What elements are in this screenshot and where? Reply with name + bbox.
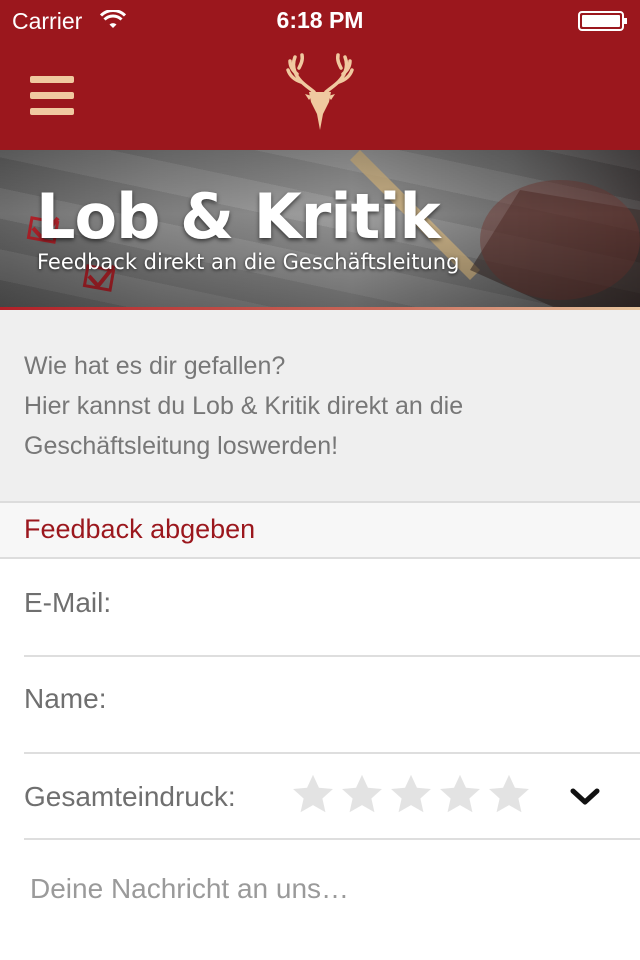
email-label: E-Mail: <box>24 587 112 618</box>
chevron-down-icon[interactable] <box>570 787 600 812</box>
section-title: Feedback abgeben <box>24 514 256 544</box>
star-icon[interactable] <box>486 772 532 818</box>
email-field[interactable]: E-Mail: <box>24 559 640 657</box>
menu-button[interactable] <box>30 76 74 116</box>
status-time: 6:18 PM <box>276 7 364 33</box>
star-icon[interactable] <box>437 772 483 818</box>
hero-banner: Lob & Kritik Feedback direkt an die Gesc… <box>0 150 640 310</box>
name-label: Name: <box>24 683 107 714</box>
hamburger-menu-icon <box>30 76 74 115</box>
intro-panel: Wie hat es dir gefallen? Hier kannst du … <box>0 310 640 503</box>
star-icon[interactable] <box>290 772 336 818</box>
page-title: Lob & Kritik <box>36 180 441 253</box>
intro-text-line: Geschäftsleitung loswerden! <box>24 432 339 460</box>
nav-bar <box>0 40 640 150</box>
star-icon[interactable] <box>339 772 385 818</box>
page-subtitle: Feedback direkt an die Geschäftsleitung <box>37 250 460 274</box>
intro-text-line: Wie hat es dir gefallen? <box>24 352 286 380</box>
rating-row[interactable]: Gesamteindruck: <box>24 754 640 840</box>
intro-text-line: Hier kannst du Lob & Kritik direkt an di… <box>24 392 464 420</box>
battery-icon <box>578 10 628 37</box>
rating-label: Gesamteindruck: <box>24 781 236 812</box>
name-field[interactable]: Name: <box>24 657 640 754</box>
message-textarea[interactable]: Deine Nachricht an uns… <box>30 873 349 905</box>
star-icon[interactable] <box>388 772 434 818</box>
section-header: Feedback abgeben <box>0 503 640 559</box>
deer-antler-logo-icon <box>285 52 355 137</box>
status-bar: Carrier 6:18 PM <box>0 0 640 40</box>
